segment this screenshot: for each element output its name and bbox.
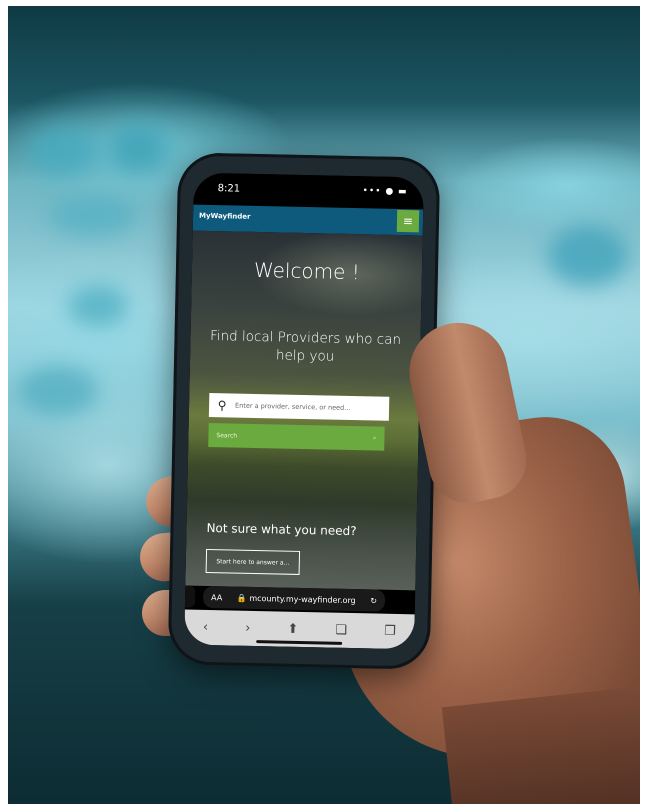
back-icon[interactable]: ‹ — [203, 620, 209, 635]
hero-tagline: Find local Providers who can help you — [209, 328, 402, 365]
bokeh-light — [48, 196, 138, 236]
hero-section: Welcome ! Find local Providers who can h… — [185, 230, 423, 591]
bokeh-light — [18, 366, 98, 416]
signal-wifi-battery-icon: ••• ● ▬ — [362, 186, 408, 198]
search-icon: ⚲ — [217, 398, 227, 413]
search-button-label: Search — [216, 431, 238, 440]
bokeh-light — [108, 124, 168, 172]
search-button[interactable]: Search ⌕ — [208, 423, 385, 451]
status-bar: 8:21 ••• ● ▬ — [193, 172, 424, 210]
reload-icon[interactable]: ↻ — [370, 596, 377, 605]
bookmarks-icon[interactable]: ❑ — [335, 623, 347, 638]
search-input[interactable]: ⚲ Enter a provider, service, or need... — [208, 393, 390, 421]
start-here-button[interactable]: Start here to answer a... — [205, 548, 301, 575]
wrist — [441, 685, 640, 804]
forward-icon[interactable]: › — [245, 621, 251, 636]
bokeh-light — [548, 226, 628, 286]
share-icon[interactable]: ⬆ — [287, 622, 298, 637]
not-sure-heading: Not sure what you need? — [206, 520, 357, 539]
tab-edge — [184, 585, 196, 608]
search-placeholder: Enter a provider, service, or need... — [235, 401, 351, 412]
brand-logo[interactable]: MyWayfinder — [199, 212, 251, 221]
magnifier-icon: ⌕ — [373, 434, 377, 442]
url-text: 🔒 mcounty.my-wayfinder.org — [236, 593, 356, 605]
tabs-icon[interactable]: ❐ — [384, 624, 396, 639]
welcome-heading: Welcome ! — [253, 257, 361, 285]
smartphone: 8:21 ••• ● ▬ MyWayfinder ≡ Welcome ! Fin… — [167, 152, 441, 670]
phone-screen: 8:21 ••• ● ▬ MyWayfinder ≡ Welcome ! Fin… — [184, 172, 424, 650]
bokeh-light — [68, 286, 128, 326]
bokeh-light — [28, 126, 98, 176]
browser-url-bar[interactable]: AA 🔒 mcounty.my-wayfinder.org ↻ — [202, 585, 386, 612]
hamburger-menu-icon[interactable]: ≡ — [396, 209, 420, 233]
text-size-button[interactable]: AA — [211, 593, 222, 602]
status-time: 8:21 — [217, 183, 241, 195]
